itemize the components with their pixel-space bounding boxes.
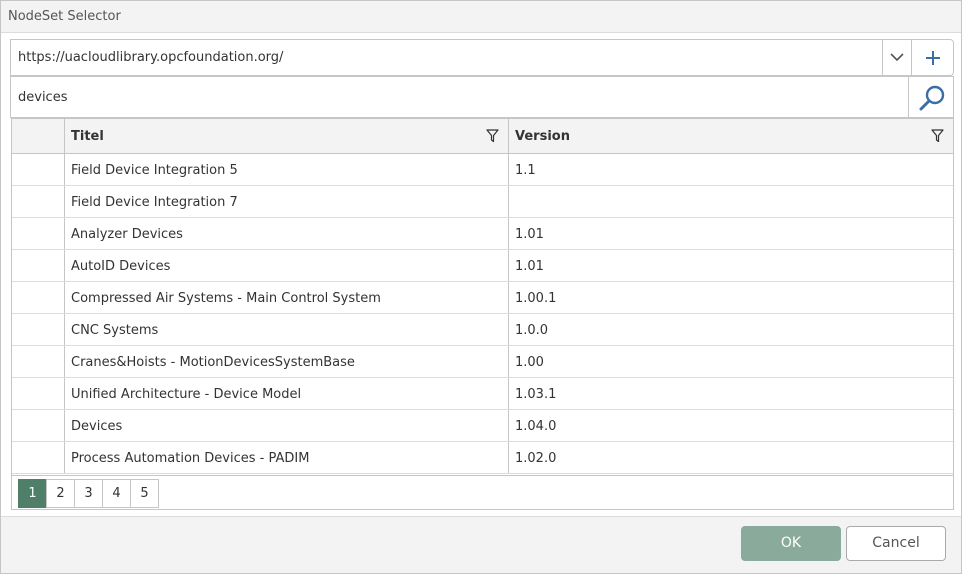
table-row[interactable]: Compressed Air Systems - Main Control Sy… bbox=[12, 282, 953, 314]
row-selector-cell[interactable] bbox=[12, 442, 64, 473]
version-text: 1.1 bbox=[515, 163, 536, 178]
header-titel[interactable]: Titel bbox=[64, 119, 508, 154]
title-text: Field Device Integration 7 bbox=[71, 195, 238, 210]
table-row[interactable]: Devices 1.04.0 bbox=[12, 410, 953, 442]
title-cell[interactable]: Field Device Integration 5 bbox=[64, 154, 508, 185]
page-button-1[interactable]: 1 bbox=[18, 479, 47, 508]
search-row: devices bbox=[10, 76, 954, 118]
search-icon bbox=[919, 85, 945, 111]
version-cell[interactable] bbox=[508, 186, 953, 217]
row-selector-cell[interactable] bbox=[12, 186, 64, 217]
header-version-label: Version bbox=[515, 129, 570, 144]
title-text: Field Device Integration 5 bbox=[71, 163, 238, 178]
row-selector-cell[interactable] bbox=[12, 346, 64, 377]
filter-icon[interactable] bbox=[486, 129, 499, 143]
row-selector-cell[interactable] bbox=[12, 314, 64, 345]
chevron-down-icon bbox=[890, 53, 904, 62]
version-cell[interactable]: 1.0.0 bbox=[508, 314, 953, 345]
row-selector-cell[interactable] bbox=[12, 250, 64, 281]
title-text: Analyzer Devices bbox=[71, 227, 183, 242]
title-text: Compressed Air Systems - Main Control Sy… bbox=[71, 291, 381, 306]
search-input-value: devices bbox=[18, 90, 68, 105]
page-button-2[interactable]: 2 bbox=[46, 479, 75, 508]
add-url-button[interactable] bbox=[911, 39, 954, 76]
version-cell[interactable]: 1.04.0 bbox=[508, 410, 953, 441]
title-text: Cranes&Hoists - MotionDevicesSystemBase bbox=[71, 355, 355, 370]
title-cell[interactable]: CNC Systems bbox=[64, 314, 508, 345]
version-cell[interactable]: 1.00.1 bbox=[508, 282, 953, 313]
version-text: 1.02.0 bbox=[515, 451, 557, 466]
grid-header: Titel Version bbox=[12, 119, 953, 154]
url-combobox-value: https://uacloudlibrary.opcfoundation.org… bbox=[18, 50, 284, 65]
version-cell[interactable]: 1.00 bbox=[508, 346, 953, 377]
nodeset-grid: Titel Version Field Device Integration 5… bbox=[11, 118, 954, 510]
grid-body: Field Device Integration 5 1.1 Field Dev… bbox=[12, 154, 953, 474]
pager: 1 2 3 4 5 bbox=[12, 475, 953, 509]
title-cell[interactable]: Analyzer Devices bbox=[64, 218, 508, 249]
url-combobox[interactable]: https://uacloudlibrary.opcfoundation.org… bbox=[10, 39, 912, 76]
header-selector-column bbox=[12, 119, 64, 154]
title-cell[interactable]: Compressed Air Systems - Main Control Sy… bbox=[64, 282, 508, 313]
search-button[interactable] bbox=[908, 76, 954, 118]
version-cell[interactable]: 1.01 bbox=[508, 218, 953, 249]
cancel-button[interactable]: Cancel bbox=[846, 526, 946, 561]
version-text: 1.01 bbox=[515, 227, 544, 242]
title-text: CNC Systems bbox=[71, 323, 159, 338]
url-dropdown-button[interactable] bbox=[882, 40, 911, 75]
table-row[interactable]: Unified Architecture - Device Model 1.03… bbox=[12, 378, 953, 410]
version-text: 1.01 bbox=[515, 259, 544, 274]
title-text: AutoID Devices bbox=[71, 259, 171, 274]
version-text: 1.03.1 bbox=[515, 387, 557, 402]
table-row[interactable]: Field Device Integration 7 bbox=[12, 186, 953, 218]
table-row[interactable]: CNC Systems 1.0.0 bbox=[12, 314, 953, 346]
table-row[interactable]: Cranes&Hoists - MotionDevicesSystemBase … bbox=[12, 346, 953, 378]
version-text: 1.00 bbox=[515, 355, 544, 370]
title-text: Process Automation Devices - PADIM bbox=[71, 451, 310, 466]
title-cell[interactable]: Process Automation Devices - PADIM bbox=[64, 442, 508, 473]
table-row[interactable]: Process Automation Devices - PADIM 1.02.… bbox=[12, 442, 953, 474]
version-cell[interactable]: 1.01 bbox=[508, 250, 953, 281]
page-buttons: 1 2 3 4 5 bbox=[18, 479, 159, 508]
page-button-4[interactable]: 4 bbox=[102, 479, 131, 508]
filter-icon[interactable] bbox=[931, 129, 944, 143]
page-button-5[interactable]: 5 bbox=[130, 479, 159, 508]
page-button-3[interactable]: 3 bbox=[74, 479, 103, 508]
title-cell[interactable]: AutoID Devices bbox=[64, 250, 508, 281]
row-selector-cell[interactable] bbox=[12, 218, 64, 249]
version-text: 1.00.1 bbox=[515, 291, 557, 306]
table-row[interactable]: Field Device Integration 5 1.1 bbox=[12, 154, 953, 186]
row-selector-cell[interactable] bbox=[12, 154, 64, 185]
dialog-footer: OK Cancel bbox=[1, 516, 961, 573]
table-row[interactable]: AutoID Devices 1.01 bbox=[12, 250, 953, 282]
header-titel-label: Titel bbox=[71, 129, 104, 144]
search-input[interactable]: devices bbox=[10, 76, 909, 118]
version-cell[interactable]: 1.03.1 bbox=[508, 378, 953, 409]
version-text: 1.0.0 bbox=[515, 323, 549, 338]
title-cell[interactable]: Field Device Integration 7 bbox=[64, 186, 508, 217]
title-text: Unified Architecture - Device Model bbox=[71, 387, 302, 402]
plus-icon bbox=[926, 51, 940, 65]
nodeset-selector-dialog: NodeSet Selector https://uacloudlibrary.… bbox=[0, 0, 962, 574]
title-cell[interactable]: Devices bbox=[64, 410, 508, 441]
title-cell[interactable]: Cranes&Hoists - MotionDevicesSystemBase bbox=[64, 346, 508, 377]
title-text: Devices bbox=[71, 419, 123, 434]
table-row[interactable]: Analyzer Devices 1.01 bbox=[12, 218, 953, 250]
version-cell[interactable]: 1.02.0 bbox=[508, 442, 953, 473]
row-selector-cell[interactable] bbox=[12, 282, 64, 313]
version-text: 1.04.0 bbox=[515, 419, 557, 434]
window-title: NodeSet Selector bbox=[8, 9, 121, 24]
row-selector-cell[interactable] bbox=[12, 378, 64, 409]
row-selector-cell[interactable] bbox=[12, 410, 64, 441]
version-cell[interactable]: 1.1 bbox=[508, 154, 953, 185]
header-version[interactable]: Version bbox=[508, 119, 953, 154]
url-row: https://uacloudlibrary.opcfoundation.org… bbox=[10, 39, 954, 76]
ok-button[interactable]: OK bbox=[741, 526, 841, 561]
title-bar[interactable]: NodeSet Selector bbox=[1, 1, 961, 33]
title-cell[interactable]: Unified Architecture - Device Model bbox=[64, 378, 508, 409]
